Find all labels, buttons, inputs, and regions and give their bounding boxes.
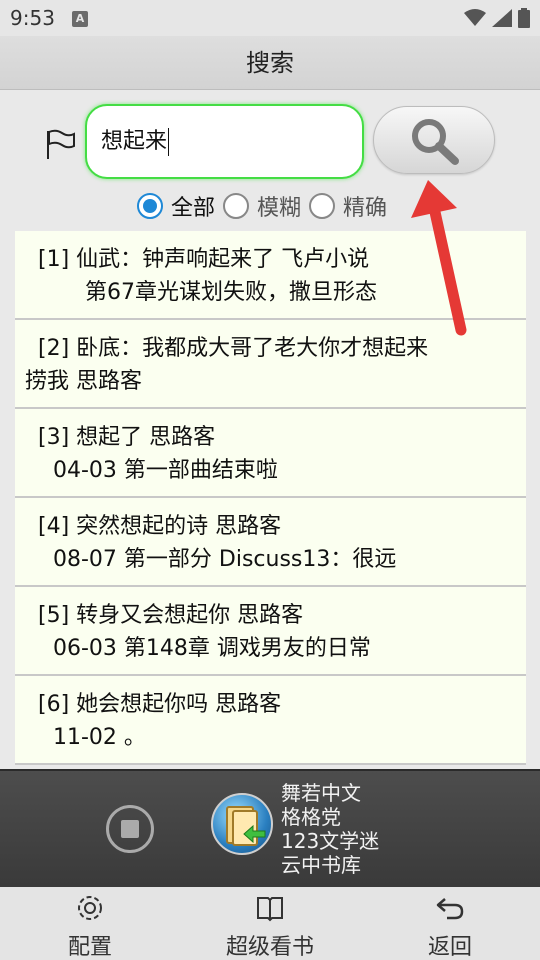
result-item-5[interactable]: [5] 转身又会想起你 思路客 06-03 第148章 调戏男友的日常 — [15, 587, 526, 676]
result-detail: 11-02 。 — [53, 725, 146, 750]
search-button[interactable] — [373, 106, 495, 174]
signal-icon — [492, 9, 512, 27]
flag-icon[interactable] — [44, 128, 78, 162]
search-mode-group: 全部 模糊 精确 — [137, 190, 395, 222]
results-list[interactable]: [1] 仙武：钟声响起来了 飞卢小说 第67章光谋划失败，撒旦形态 [2] 卧底… — [15, 231, 526, 766]
back-arrow-icon — [436, 898, 464, 920]
status-bar: 9:53 A — [0, 0, 540, 36]
source-line: 云中书库 — [281, 853, 361, 877]
result-title: [2] 卧底：我都成大哥了老大你才想起来 — [38, 336, 429, 361]
status-icons — [464, 8, 530, 28]
source-line: 格格党 — [281, 805, 341, 829]
result-item-2[interactable]: [2] 卧底：我都成大哥了老大你才想起来 捞我 思路客 — [15, 320, 526, 409]
result-item-4[interactable]: [4] 突然想起的诗 思路客 08-07 第一部分 Discuss13：很远 — [15, 498, 526, 587]
app-logo[interactable] — [211, 793, 273, 855]
result-detail: 06-03 第148章 调戏男友的日常 — [53, 636, 371, 661]
mode-label: 精确 — [343, 196, 388, 221]
nav-settings[interactable]: 配置 — [58, 893, 122, 960]
book-icon — [257, 897, 283, 922]
mode-fuzzy-radio[interactable]: 模糊 — [223, 190, 301, 222]
search-area: 想起来 全部 模糊 精确 — [0, 90, 540, 230]
mode-exact-radio[interactable]: 精确 — [309, 190, 387, 222]
result-title: [4] 突然想起的诗 思路客 — [38, 514, 282, 539]
stop-button[interactable] — [106, 805, 154, 853]
text-caret — [168, 128, 170, 156]
page-title: 搜索 — [246, 49, 294, 77]
title-bar: 搜索 — [0, 36, 540, 90]
radio-unchecked-icon — [223, 193, 250, 219]
source-list: 舞若中文 格格党 123文学迷 云中书库 — [281, 781, 379, 877]
result-title: [3] 想起了 思路客 — [38, 425, 216, 450]
result-detail: 捞我 思路客 — [25, 369, 142, 394]
stop-icon — [121, 820, 139, 838]
battery-icon — [518, 8, 530, 28]
result-detail: 第67章光谋划失败，撒旦形态 — [85, 280, 377, 305]
search-query: 想起来 — [101, 129, 168, 154]
result-item-1[interactable]: [1] 仙武：钟声响起来了 飞卢小说 第67章光谋划失败，撒旦形态 — [15, 231, 526, 320]
radio-checked-icon — [137, 193, 163, 219]
book-arrow-icon — [226, 806, 266, 846]
nav-reader[interactable]: 超级看书 — [218, 893, 322, 960]
radio-unchecked-icon — [309, 193, 336, 219]
result-title: [6] 她会想起你吗 思路客 — [38, 692, 282, 717]
nav-back[interactable]: 返回 — [418, 893, 482, 960]
result-detail: 04-03 第一部曲结束啦 — [53, 458, 278, 483]
result-title: [1] 仙武：钟声响起来了 飞卢小说 — [38, 247, 370, 272]
nav-settings-label: 配置 — [67, 935, 112, 960]
nav-reader-label: 超级看书 — [225, 935, 314, 960]
gear-icon — [78, 896, 102, 920]
result-title: [5] 转身又会想起你 思路客 — [38, 603, 304, 628]
nav-back-label: 返回 — [427, 935, 472, 960]
result-item-6[interactable]: [6] 她会想起你吗 思路客 11-02 。 — [15, 676, 526, 765]
mode-all-radio[interactable]: 全部 — [137, 190, 215, 222]
bottom-nav: 配置 超级看书 返回 — [0, 887, 540, 960]
status-time: 9:53 — [10, 6, 55, 30]
source-line: 舞若中文 — [281, 781, 361, 805]
result-detail: 08-07 第一部分 Discuss13：很远 — [53, 547, 397, 572]
source-line: 123文学迷 — [281, 829, 380, 853]
mode-label: 全部 — [171, 196, 216, 221]
search-input[interactable]: 想起来 — [85, 104, 364, 179]
result-item-3[interactable]: [3] 想起了 思路客 04-03 第一部曲结束啦 — [15, 409, 526, 498]
mode-label: 模糊 — [257, 196, 302, 221]
magnifier-icon — [412, 119, 459, 165]
notification-icon: A — [72, 11, 88, 27]
player-panel: 舞若中文 格格党 123文学迷 云中书库 — [0, 769, 540, 887]
wifi-icon — [464, 9, 486, 26]
